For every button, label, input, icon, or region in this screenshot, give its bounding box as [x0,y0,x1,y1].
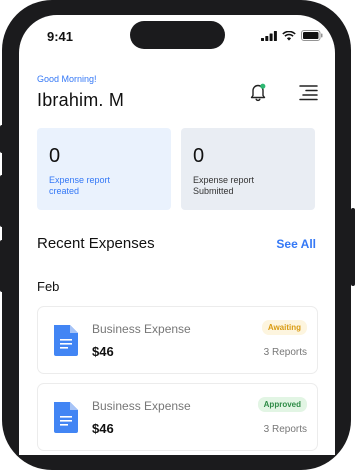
month-label: Feb [37,279,60,294]
expense-title: Business Expense [92,322,191,336]
greeting-text: Good Morning! [37,74,97,84]
stat-value: 0 [193,145,205,167]
stat-label: Expense report created [49,175,111,196]
menu-icon[interactable] [298,83,318,101]
status-icons [261,30,323,41]
stat-card-created[interactable]: 0 Expense report created [37,128,171,210]
dynamic-island [130,21,225,49]
user-name: Ibrahim. M [37,90,125,110]
stat-card-submitted[interactable]: 0 Expense report Submitted [181,128,315,210]
expense-title: Business Expense [92,399,191,413]
app-screen: 9:41 Good Morning! Ibrahim. M 0 Expense … [19,15,335,455]
report-count: 3 Reports [263,347,307,358]
status-badge: Awaiting [261,320,307,335]
expense-card[interactable]: Business Expense $46 Awaiting 3 Reports [37,306,318,374]
see-all-link[interactable]: See All [276,237,316,251]
side-button-left [0,240,4,292]
status-bar: 9:41 [19,15,335,59]
status-badge: Approved [257,397,307,412]
side-button-left [0,125,4,153]
stat-label: Expense report Submitted [193,175,255,196]
stat-value: 0 [49,145,61,167]
document-icon [54,402,78,433]
bell-icon[interactable] [247,81,269,103]
side-button-right [351,208,355,286]
battery-icon [301,30,323,41]
side-button-left [0,175,4,227]
expense-amount: $46 [92,421,114,436]
wifi-icon [282,30,296,41]
signal-icon [261,30,277,41]
document-icon [54,325,78,356]
section-title: Recent Expenses [37,235,155,252]
report-count: 3 Reports [263,424,307,435]
status-time: 9:41 [47,29,74,44]
expense-amount: $46 [92,344,114,359]
